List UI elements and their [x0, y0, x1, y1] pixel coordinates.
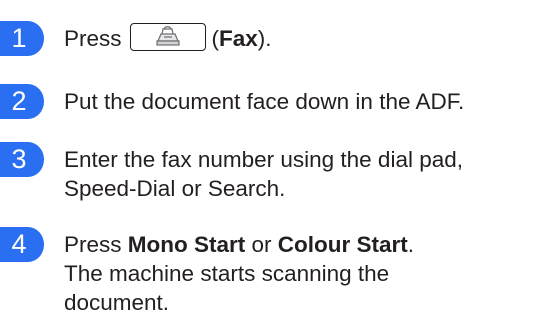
step-text-close: ). [257, 26, 272, 51]
fax-machine-icon [155, 26, 180, 46]
colour-start-label: Colour Start [277, 232, 408, 257]
step-number-badge: 2 [0, 84, 44, 119]
step-number-badge: 1 [0, 21, 44, 56]
step-text-press: Press [64, 232, 128, 257]
step-text: Press (Fax). [64, 23, 272, 54]
step-text: Put the document face down in the ADF. [64, 89, 465, 114]
step-text: Enter the fax number using the dial pad,… [64, 145, 463, 203]
step-number: 3 [11, 144, 27, 174]
step-number: 2 [11, 86, 27, 116]
step-number: 1 [11, 23, 27, 53]
step-text-open-paren: ( [211, 26, 220, 51]
step-number: 4 [11, 229, 27, 259]
step-text-period: . [407, 232, 415, 257]
step-text-line: document. [64, 290, 170, 315]
step-text-line: Speed-Dial or Search. [64, 176, 286, 201]
step-text: Press Mono Start or Colour Start. The ma… [64, 230, 414, 317]
step-text-line: Press Mono Start or Colour Start. [64, 230, 414, 259]
mono-start-label: Mono Start [127, 232, 246, 257]
fax-key-button [129, 23, 206, 52]
step-number-badge: 4 [0, 227, 44, 262]
step-text-press: Press [64, 26, 122, 51]
step-text-line: The machine starts scanning the [64, 261, 390, 286]
step-number-badge: 3 [0, 142, 44, 177]
step-text-or: or [245, 232, 278, 257]
step-text-line: Enter the fax number using the dial pad, [64, 147, 464, 172]
step-text-fax-bold: Fax [219, 26, 258, 51]
